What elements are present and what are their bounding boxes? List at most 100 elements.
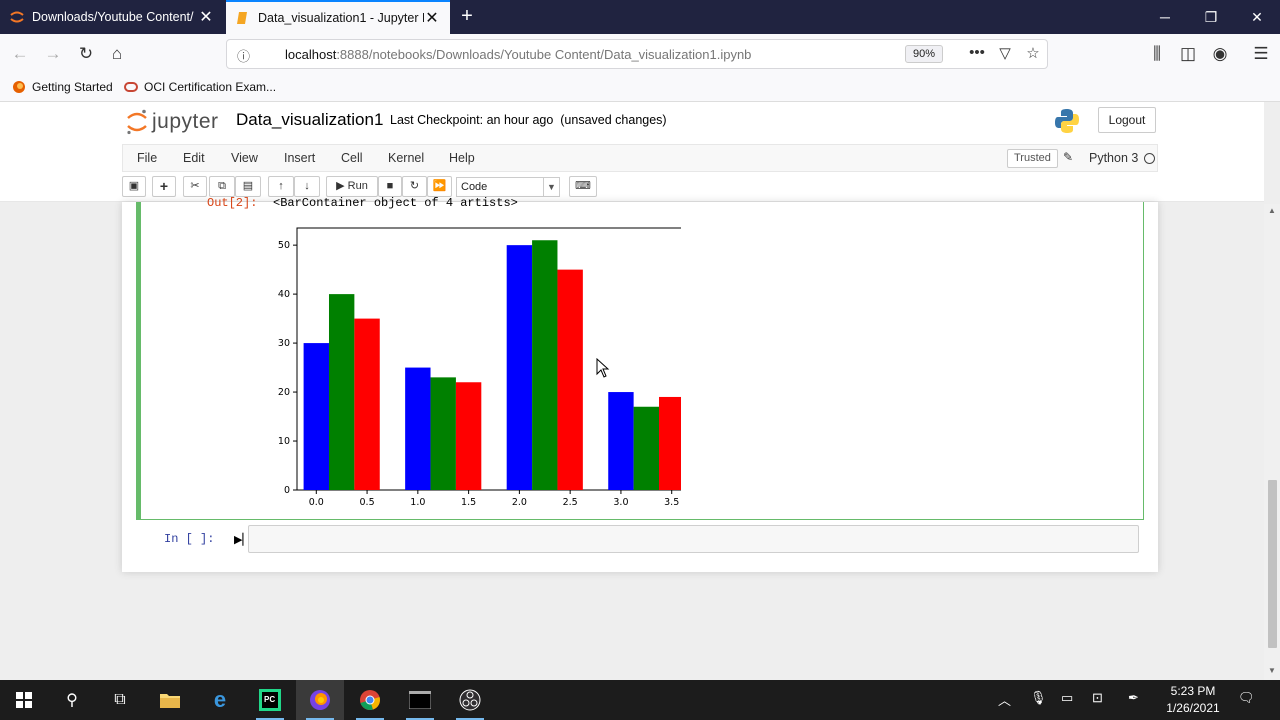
x-tick-label: 0.0	[309, 497, 324, 506]
new-tab-plus-icon[interactable]: +	[456, 5, 478, 27]
insert-cell-plus-icon[interactable]: +	[152, 176, 176, 197]
back-arrow-icon[interactable]: ←	[8, 42, 32, 66]
page-scrollbar[interactable]: ▲ ▼	[1264, 204, 1280, 680]
menu-hamburger-icon[interactable]: ☰	[1249, 42, 1273, 66]
url-text[interactable]: localhost:8888/notebooks/Downloads/Youtu…	[285, 47, 751, 62]
info-icon[interactable]: ⓘ	[237, 46, 253, 64]
reload-icon[interactable]: ↻	[74, 42, 98, 66]
cut-icon[interactable]: ✂	[183, 176, 207, 197]
x-tick-label: 2.5	[563, 497, 578, 506]
notebook-favicon-icon	[237, 12, 247, 24]
file-explorer-icon[interactable]	[146, 680, 194, 720]
bookmark-getting-started[interactable]: Getting Started	[12, 80, 113, 94]
menu-file[interactable]: File	[137, 151, 157, 165]
tab-title: Data_visualization1 - Jupyter N	[258, 11, 424, 25]
edit-pencil-icon[interactable]: ✎	[1063, 150, 1073, 164]
page-content: jupyter Data_visualization1 Last Checkpo…	[0, 102, 1264, 680]
chrome-icon[interactable]	[346, 680, 394, 720]
bookmark-star-icon[interactable]: ☆	[1023, 44, 1043, 64]
page-actions-icon[interactable]: •••	[967, 44, 987, 64]
terminal-icon[interactable]	[396, 680, 444, 720]
trusted-indicator[interactable]: Trusted	[1007, 149, 1058, 168]
selected-output-cell[interactable]: Out[2]: <BarContainer object of 4 artist…	[136, 196, 1144, 520]
tab-downloads[interactable]: Downloads/Youtube Content/ ✕	[0, 0, 224, 34]
bar-chart: 0.0 0.5 1.0 1.5 2.0 2.5 3.0 3.5 0 10 20 30 40 50	[278, 227, 681, 506]
notebook-name[interactable]: Data_visualization1	[236, 110, 383, 130]
menu-insert[interactable]: Insert	[284, 151, 315, 165]
save-icon[interactable]: ▣	[122, 176, 146, 197]
logout-button[interactable]: Logout	[1098, 107, 1156, 133]
menu-kernel[interactable]: Kernel	[388, 151, 424, 165]
restart-run-all-icon[interactable]: ⏩	[427, 176, 452, 197]
bar	[557, 269, 583, 490]
close-tab-icon[interactable]: ✕	[198, 7, 214, 27]
run-button[interactable]: ▶ Run	[326, 176, 378, 197]
bookmark-oci-certification[interactable]: OCI Certification Exam...	[124, 80, 276, 94]
show-hidden-icons-chevron-icon[interactable]: ︿	[998, 690, 1011, 709]
y-tick-label: 0	[284, 485, 290, 496]
svg-text:PC: PC	[264, 695, 275, 704]
kernel-name[interactable]: Python 3	[1089, 151, 1138, 165]
sidebar-icon[interactable]: ◫	[1176, 42, 1200, 66]
menu-view[interactable]: View	[231, 151, 258, 165]
menu-help[interactable]: Help	[449, 151, 475, 165]
pycharm-icon[interactable]: PC	[246, 680, 294, 720]
address-bar[interactable]: ⓘ localhost:8888/notebooks/Downloads/You…	[226, 39, 1048, 69]
firefox-taskbar-icon[interactable]	[296, 680, 344, 720]
notifications-icon[interactable]: 🗨	[1238, 690, 1255, 706]
forward-arrow-icon[interactable]: →	[41, 42, 65, 66]
x-tick-label: 0.5	[360, 497, 375, 506]
windows-start-icon[interactable]	[0, 680, 48, 720]
restore-icon[interactable]: ❐	[1188, 0, 1234, 34]
scroll-down-icon[interactable]: ▼	[1267, 666, 1277, 676]
account-icon[interactable]: ◉	[1208, 42, 1232, 66]
microphone-icon[interactable]: 🎙	[1030, 690, 1047, 706]
kernel-idle-icon	[1144, 153, 1155, 164]
x-tick-label: 3.5	[664, 497, 679, 506]
pocket-icon[interactable]: ▽	[995, 44, 1015, 64]
command-palette-keyboard-icon[interactable]: ⌨	[569, 176, 597, 197]
oracle-icon	[124, 82, 138, 92]
move-down-arrow-icon[interactable]: ↓	[294, 176, 320, 197]
y-tick-label: 30	[278, 338, 290, 349]
bar	[506, 245, 533, 490]
output-text: <BarContainer object of 4 artists>	[273, 196, 518, 210]
pen-icon[interactable]: ✒	[1128, 690, 1139, 706]
minimize-icon[interactable]: ─	[1142, 0, 1188, 34]
copy-icon[interactable]: ⧉	[209, 176, 235, 197]
jupyter-favicon-icon	[10, 11, 24, 23]
tab-data-visualization[interactable]: Data_visualization1 - Jupyter N ✕	[226, 0, 450, 34]
move-up-arrow-icon[interactable]: ↑	[268, 176, 294, 197]
notebook-menubar: File Edit View Insert Cell Kernel Help T…	[122, 144, 1158, 172]
edge-browser-icon[interactable]: e	[196, 680, 244, 720]
obs-studio-icon[interactable]	[446, 680, 494, 720]
bar	[455, 382, 482, 490]
zoom-level[interactable]: 90%	[905, 45, 943, 63]
code-input-area[interactable]	[248, 525, 1139, 553]
browser-nav-bar: ← → ↻ ⌂ ⓘ localhost:8888/notebooks/Downl…	[0, 34, 1280, 74]
chevron-down-icon: ▼	[543, 178, 559, 196]
x-tick-label: 3.0	[613, 497, 628, 506]
search-icon[interactable]: ⚲	[48, 680, 96, 720]
menu-cell[interactable]: Cell	[341, 151, 363, 165]
close-tab-icon[interactable]: ✕	[424, 8, 440, 28]
cell-type-select[interactable]: Code ▼	[456, 177, 560, 197]
paste-icon[interactable]: ▤	[235, 176, 261, 197]
bar	[633, 406, 660, 490]
task-view-icon[interactable]: ⧉	[96, 680, 144, 720]
jupyter-logo[interactable]: jupyter	[126, 108, 219, 136]
jupyter-logo-icon	[127, 109, 147, 135]
library-icon[interactable]: ⫼	[1145, 42, 1169, 66]
home-icon[interactable]: ⌂	[105, 42, 129, 66]
battery-icon[interactable]: ▭	[1061, 690, 1073, 706]
scroll-up-icon[interactable]: ▲	[1267, 206, 1277, 216]
scrollbar-thumb[interactable]	[1268, 480, 1277, 648]
interrupt-stop-icon[interactable]: ■	[378, 176, 402, 197]
system-clock[interactable]: 5:23 PM 1/26/2021	[1160, 683, 1226, 717]
tab-title: Downloads/Youtube Content/	[32, 10, 194, 24]
network-icon[interactable]: ⊡	[1092, 690, 1103, 706]
bar	[354, 318, 380, 490]
restart-kernel-icon[interactable]: ↻	[402, 176, 427, 197]
close-window-icon[interactable]: ✕	[1234, 0, 1280, 34]
menu-edit[interactable]: Edit	[183, 151, 205, 165]
